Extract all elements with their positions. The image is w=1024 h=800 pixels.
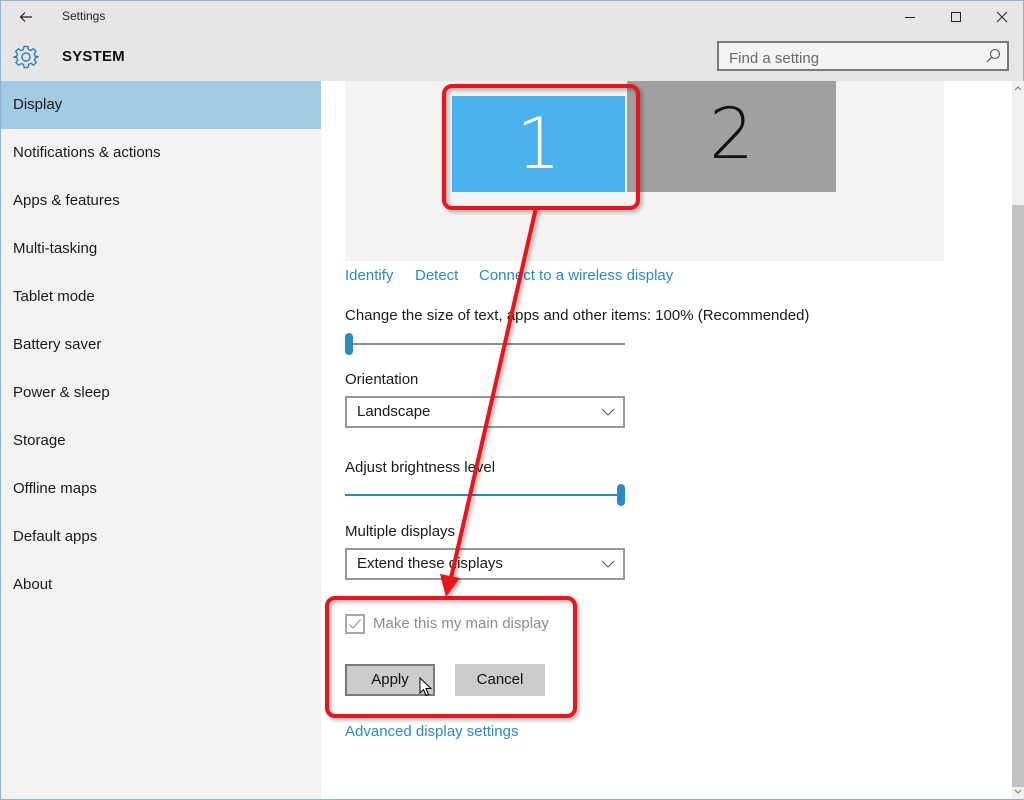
sidebar-item-default-apps[interactable]: Default apps (1, 513, 321, 561)
main-display-label: Make this my main display (373, 615, 549, 632)
chevron-down-icon (601, 408, 615, 416)
vertical-scrollbar[interactable] (1012, 81, 1024, 799)
sidebar-item-offline-maps[interactable]: Offline maps (1, 465, 321, 513)
display-arrangement: 2 1 (345, 81, 944, 261)
multiple-displays-label: Multiple displays (345, 523, 456, 540)
chevron-up-icon (1014, 86, 1022, 91)
monitor-1[interactable]: 1 (452, 96, 625, 192)
title-bar: Settings SYSTEM (1, 1, 1023, 81)
slider-track (345, 343, 625, 345)
brightness-label: Adjust brightness level (345, 459, 496, 476)
close-button[interactable] (979, 3, 1024, 31)
sidebar-item-display[interactable]: Display (1, 81, 321, 129)
sidebar-item-about[interactable]: About (1, 561, 321, 609)
search-input[interactable] (727, 47, 981, 69)
sidebar-item-power-sleep[interactable]: Power & sleep (1, 369, 321, 417)
advanced-display-settings-link[interactable]: Advanced display settings (345, 723, 518, 740)
sidebar: Display Notifications & actions Apps & f… (1, 81, 321, 799)
orientation-dropdown[interactable]: Landscape (345, 396, 625, 428)
scroll-thumb[interactable] (1012, 205, 1024, 787)
scroll-up-button[interactable] (1012, 81, 1024, 95)
back-button[interactable] (13, 5, 39, 29)
section-title: SYSTEM (62, 48, 125, 65)
search-box[interactable] (717, 41, 1009, 71)
maximize-icon (951, 12, 961, 23)
sidebar-item-multi-tasking[interactable]: Multi-tasking (1, 225, 321, 273)
minimize-button[interactable] (887, 3, 933, 31)
monitor-2[interactable]: 2 (627, 81, 836, 192)
sidebar-item-battery-saver[interactable]: Battery saver (1, 321, 321, 369)
close-icon (996, 11, 1008, 23)
main-display-checkbox[interactable] (345, 614, 365, 634)
orientation-value: Landscape (357, 403, 431, 420)
chevron-down-icon (601, 560, 615, 568)
detect-link[interactable]: Detect (415, 267, 458, 284)
gear-icon (13, 45, 39, 69)
multiple-displays-value: Extend these displays (357, 555, 503, 572)
back-arrow-icon (19, 11, 32, 22)
scale-label: Change the size of text, apps and other … (345, 307, 810, 324)
chevron-down-icon (1014, 789, 1022, 794)
search-icon[interactable] (985, 48, 1001, 64)
app-title: Settings (62, 9, 106, 23)
scale-slider[interactable] (345, 332, 625, 356)
cancel-button[interactable]: Cancel (455, 664, 545, 696)
slider-thumb[interactable] (617, 484, 625, 506)
sidebar-item-tablet-mode[interactable]: Tablet mode (1, 273, 321, 321)
slider-fill (345, 494, 625, 496)
wireless-display-link[interactable]: Connect to a wireless display (479, 267, 673, 284)
sidebar-item-notifications-actions[interactable]: Notifications & actions (1, 129, 321, 177)
settings-window: Settings SYSTEM Display Notification (0, 0, 1024, 800)
mouse-cursor-icon (419, 677, 433, 697)
orientation-label: Orientation (345, 371, 419, 388)
display-settings-panel: 2 1 Identify Detect Connect to a wireles… (321, 81, 1011, 799)
identify-link[interactable]: Identify (345, 267, 393, 284)
multiple-displays-dropdown[interactable]: Extend these displays (345, 548, 625, 580)
sidebar-item-storage[interactable]: Storage (1, 417, 321, 465)
checkmark-icon (349, 619, 362, 630)
scroll-down-button[interactable] (1012, 785, 1024, 799)
brightness-slider[interactable] (345, 483, 625, 507)
sidebar-item-apps-features[interactable]: Apps & features (1, 177, 321, 225)
minimize-icon (905, 17, 915, 19)
slider-thumb[interactable] (345, 333, 353, 355)
maximize-button[interactable] (933, 3, 979, 31)
